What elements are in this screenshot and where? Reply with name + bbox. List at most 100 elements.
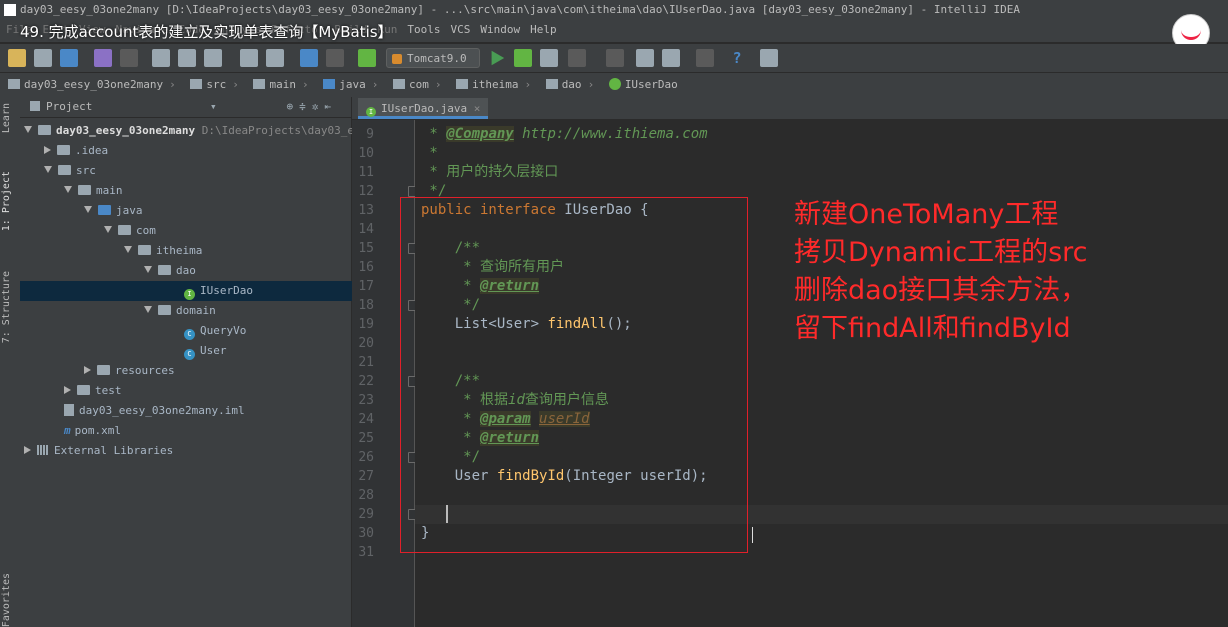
breadcrumb-item-src[interactable]: src ›: [190, 73, 239, 97]
intellij-icon: [4, 4, 16, 16]
tree-label: pom.xml: [74, 424, 121, 437]
back-icon[interactable]: [300, 49, 318, 67]
line-number: 21: [358, 355, 374, 370]
interface-icon: [608, 78, 621, 90]
code-line-11: * 用户的持久层接口: [421, 164, 559, 180]
locate-icon[interactable]: ⊕: [287, 100, 300, 113]
breadcrumb-label: main: [269, 78, 296, 91]
expanded-arrow-icon: [24, 126, 32, 133]
tree-label: java: [116, 204, 143, 217]
breadcrumb-label: day03_eesy_03one2many: [24, 78, 164, 91]
left-tool-strip: Learn 1: Project 7: Structure Favorites: [0, 97, 21, 627]
breadcrumb-label: itheima: [472, 78, 519, 91]
tree-item-main[interactable]: main: [20, 181, 395, 201]
annotation-line: 删除dao接口其余方法，: [794, 275, 1088, 306]
breadcrumb-item-com[interactable]: com ›: [392, 73, 441, 97]
source-folder-icon: [98, 205, 111, 215]
project-view-icon: [30, 101, 40, 111]
maven-icon: m: [64, 424, 71, 437]
tree-label: resources: [115, 364, 175, 377]
breadcrumb-item-project[interactable]: day03_eesy_03one2many ›: [8, 73, 176, 97]
expanded-arrow-icon: [144, 306, 152, 313]
javadoc-tag: @Company: [446, 126, 514, 142]
tree-item-iml[interactable]: day03_eesy_03one2many.iml: [20, 401, 395, 421]
code-text: http://www.ithiema.com: [513, 126, 708, 142]
breadcrumb-item-dao[interactable]: dao ›: [545, 73, 594, 97]
folder-icon: [323, 79, 336, 89]
coverage-icon[interactable]: [540, 49, 558, 67]
side-tab-favorites[interactable]: Favorites: [1, 573, 12, 627]
redo-icon[interactable]: [120, 49, 138, 67]
breadcrumb-label: IUserDao: [624, 78, 678, 91]
tree-label: domain: [176, 304, 216, 317]
breadcrumb-item-iuserdao[interactable]: IUserDao: [608, 73, 678, 97]
stop-icon[interactable]: [568, 49, 586, 67]
folder-icon: [58, 165, 71, 175]
hide-icon[interactable]: ⇤: [324, 100, 337, 113]
folder-icon: [78, 185, 91, 195]
chevron-right-icon: ›: [169, 78, 176, 91]
cut-icon[interactable]: [152, 49, 170, 67]
tree-label: main: [96, 184, 123, 197]
class-icon: C: [184, 349, 195, 360]
debug-icon[interactable]: [514, 49, 532, 67]
iml-file-icon: [64, 404, 74, 416]
folder-icon: [77, 385, 90, 395]
collapse-icon[interactable]: ≑: [299, 100, 312, 113]
side-tab-learn[interactable]: Learn: [1, 103, 12, 133]
copy-icon[interactable]: [178, 49, 196, 67]
help-icon[interactable]: ?: [728, 49, 746, 67]
folder-icon: [253, 79, 266, 89]
run-icon[interactable]: [491, 50, 505, 66]
video-title-overlay: 49. 完成account表的建立及实现单表查询【MyBatis】: [20, 23, 393, 41]
project-view-select[interactable]: Project: [46, 100, 92, 113]
tree-item-root[interactable]: day03_eesy_03one2many D:\IdeaProjects\da…: [20, 121, 355, 141]
save-icon[interactable]: [34, 49, 52, 67]
gear-icon[interactable]: ✲: [312, 100, 325, 113]
collapsed-arrow-icon: [24, 446, 31, 454]
tree-item-external-libraries[interactable]: External Libraries: [20, 441, 355, 461]
settings-icon[interactable]: [636, 49, 654, 67]
sdk-icon[interactable]: [696, 49, 714, 67]
attach-icon[interactable]: [606, 49, 624, 67]
replace-icon[interactable]: [266, 49, 284, 67]
forward-icon[interactable]: [326, 49, 344, 67]
side-tab-project[interactable]: 1: Project: [1, 171, 12, 231]
breadcrumb-item-java[interactable]: java ›: [323, 73, 378, 97]
vm-icon[interactable]: [760, 49, 778, 67]
expanded-arrow-icon: [124, 246, 132, 253]
line-number: 28: [358, 488, 374, 503]
paste-icon[interactable]: [204, 49, 222, 67]
line-number: 17: [358, 279, 374, 294]
run-config-select[interactable]: Tomcat9.0: [386, 48, 480, 68]
annotation-text: 新建OneToMany工程 拷贝Dynamic工程的src 删除dao接口其余方…: [794, 196, 1214, 348]
libraries-icon: [37, 445, 49, 455]
undo-icon[interactable]: [94, 49, 112, 67]
tree-item-pom[interactable]: m pom.xml: [20, 421, 395, 441]
breadcrumb-label: src: [206, 78, 227, 91]
chevron-down-icon[interactable]: ▾: [210, 97, 217, 117]
open-folder-icon[interactable]: [8, 49, 26, 67]
tree-label: dao: [176, 264, 196, 277]
tree-item-src[interactable]: src: [20, 161, 375, 181]
sync-icon[interactable]: [60, 49, 78, 67]
breadcrumb-label: java: [339, 78, 366, 91]
project-panel: Project ▾ ⊕≑✲⇤ day03_eesy_03one2many D:\…: [20, 97, 515, 627]
tree-item-test[interactable]: test: [20, 381, 395, 401]
package-icon: [545, 79, 558, 89]
project-structure-icon[interactable]: [662, 49, 680, 67]
find-icon[interactable]: [240, 49, 258, 67]
package-icon: [392, 79, 405, 89]
line-number: 22: [358, 374, 374, 389]
tree-item-idea[interactable]: .idea: [20, 141, 375, 161]
build-icon[interactable]: [358, 49, 376, 67]
close-icon[interactable]: ×: [474, 102, 481, 115]
tab-iuserdao[interactable]: I IUserDao.java ×: [358, 98, 489, 119]
breadcrumb-item-itheima[interactable]: itheima ›: [456, 73, 531, 97]
tree-label: com: [136, 224, 156, 237]
package-icon: [118, 225, 131, 235]
line-number: 31: [358, 545, 374, 560]
breadcrumb-label: com: [408, 78, 429, 91]
breadcrumb-item-main[interactable]: main ›: [253, 73, 309, 97]
side-tab-structure[interactable]: 7: Structure: [1, 271, 12, 343]
